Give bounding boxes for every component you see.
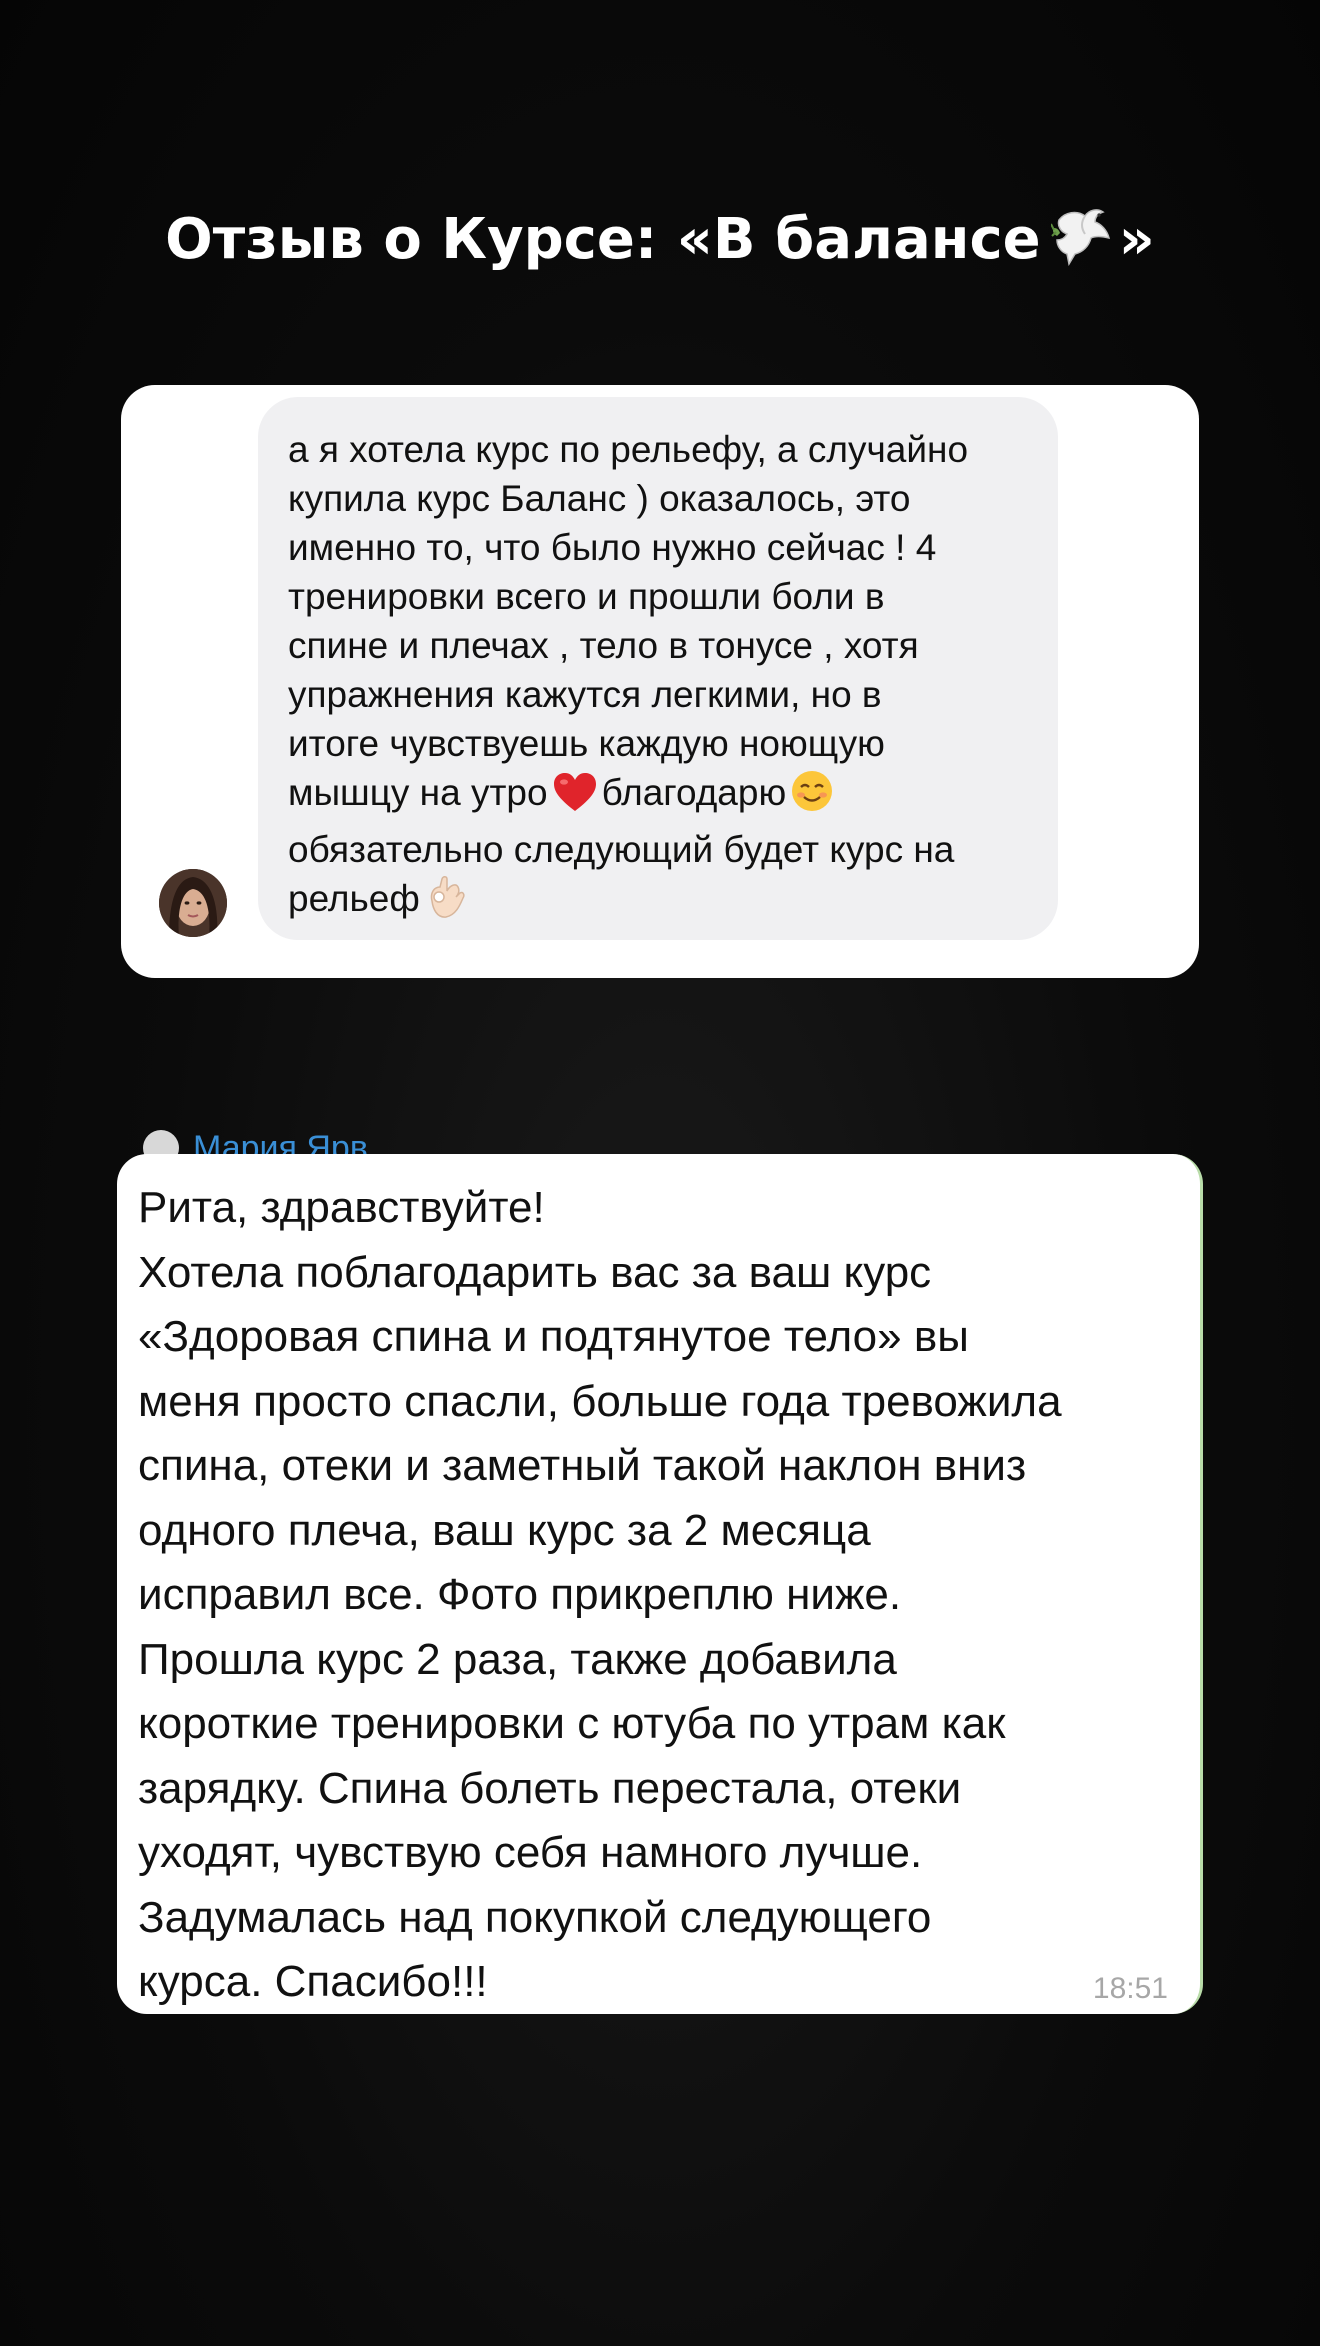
message-line-with-emoji: мышцу на утро благодарю xyxy=(288,768,1028,825)
message-line: именно то, что было нужно сейчас ! 4 xyxy=(288,527,937,568)
message-fragment: мышцу на утро xyxy=(288,772,548,813)
message-line: меня просто спасли, больше года тревожил… xyxy=(138,1376,1062,1426)
message-line: тренировки всего и прошли боли в xyxy=(288,576,885,617)
review-card-2: Рита, здравствуйте! Хотела поблагодарить… xyxy=(117,1154,1203,2014)
message-line-with-emoji: рельеф xyxy=(288,874,1028,931)
message-line: купила курс Баланс ) оказалось, это xyxy=(288,478,911,519)
message-timestamp: 18:51 xyxy=(1092,1972,1168,2005)
message-line: короткие тренировки с ютуба по утрам как xyxy=(138,1699,1006,1748)
dove-icon xyxy=(1049,206,1113,288)
message-line: уходят, чувствую себя намного лучше. xyxy=(138,1828,923,1877)
message-line: спине и плечах , тело в тонусе , хотя xyxy=(288,625,919,666)
message-line: итоге чувствуешь каждую ноющую xyxy=(288,723,885,764)
message-line: Задумалась над покупкой следующего xyxy=(138,1892,932,1942)
message-line: а я хотела курс по рельефу, а случайно xyxy=(288,429,969,470)
title-end: » xyxy=(1118,207,1155,272)
message-line: курса. Спасибо!!! xyxy=(138,1957,488,2006)
message-line: обязательно следующий будет курс на xyxy=(288,829,955,870)
message-fragment: рельеф xyxy=(288,878,420,919)
message-line: зарядку. Спина болеть перестала, отеки xyxy=(138,1763,962,1813)
page-title: Отзыв о Курсе: «В балансе » xyxy=(0,200,1320,288)
message-line: «Здоровая спина и подтянутое тело» вы xyxy=(138,1312,969,1361)
message-line: исправил все. Фото прикреплю ниже. xyxy=(138,1570,902,1619)
review-card-1: а я хотела курс по рельефу, а случайно к… xyxy=(121,385,1199,978)
message-line: одного плеча, ваш курс за 2 месяца xyxy=(138,1505,871,1555)
title-text: Отзыв о Курсе: «В балансе xyxy=(165,207,1041,272)
red-heart-icon xyxy=(552,771,598,825)
message-line: Хотела поблагодарить вас за ваш курс xyxy=(138,1247,932,1297)
smiling-face-icon xyxy=(790,769,834,825)
message-line: Прошла курс 2 раза, также добавила xyxy=(138,1634,897,1684)
message-line: упражнения кажутся легкими, но в xyxy=(288,674,882,715)
message-line: Рита, здравствуйте! xyxy=(138,1183,545,1232)
message-bubble: а я хотела курс по рельефу, а случайно к… xyxy=(258,397,1058,940)
user-avatar[interactable] xyxy=(159,869,227,937)
review-card-2-container: Мария Ярв Рита, здравствуйте! Хотела поб… xyxy=(117,1129,1203,2014)
ok-hand-icon xyxy=(424,875,466,931)
message-line: спина, отеки и заметный такой наклон вни… xyxy=(138,1441,1027,1490)
message-fragment: благодарю xyxy=(601,772,787,813)
